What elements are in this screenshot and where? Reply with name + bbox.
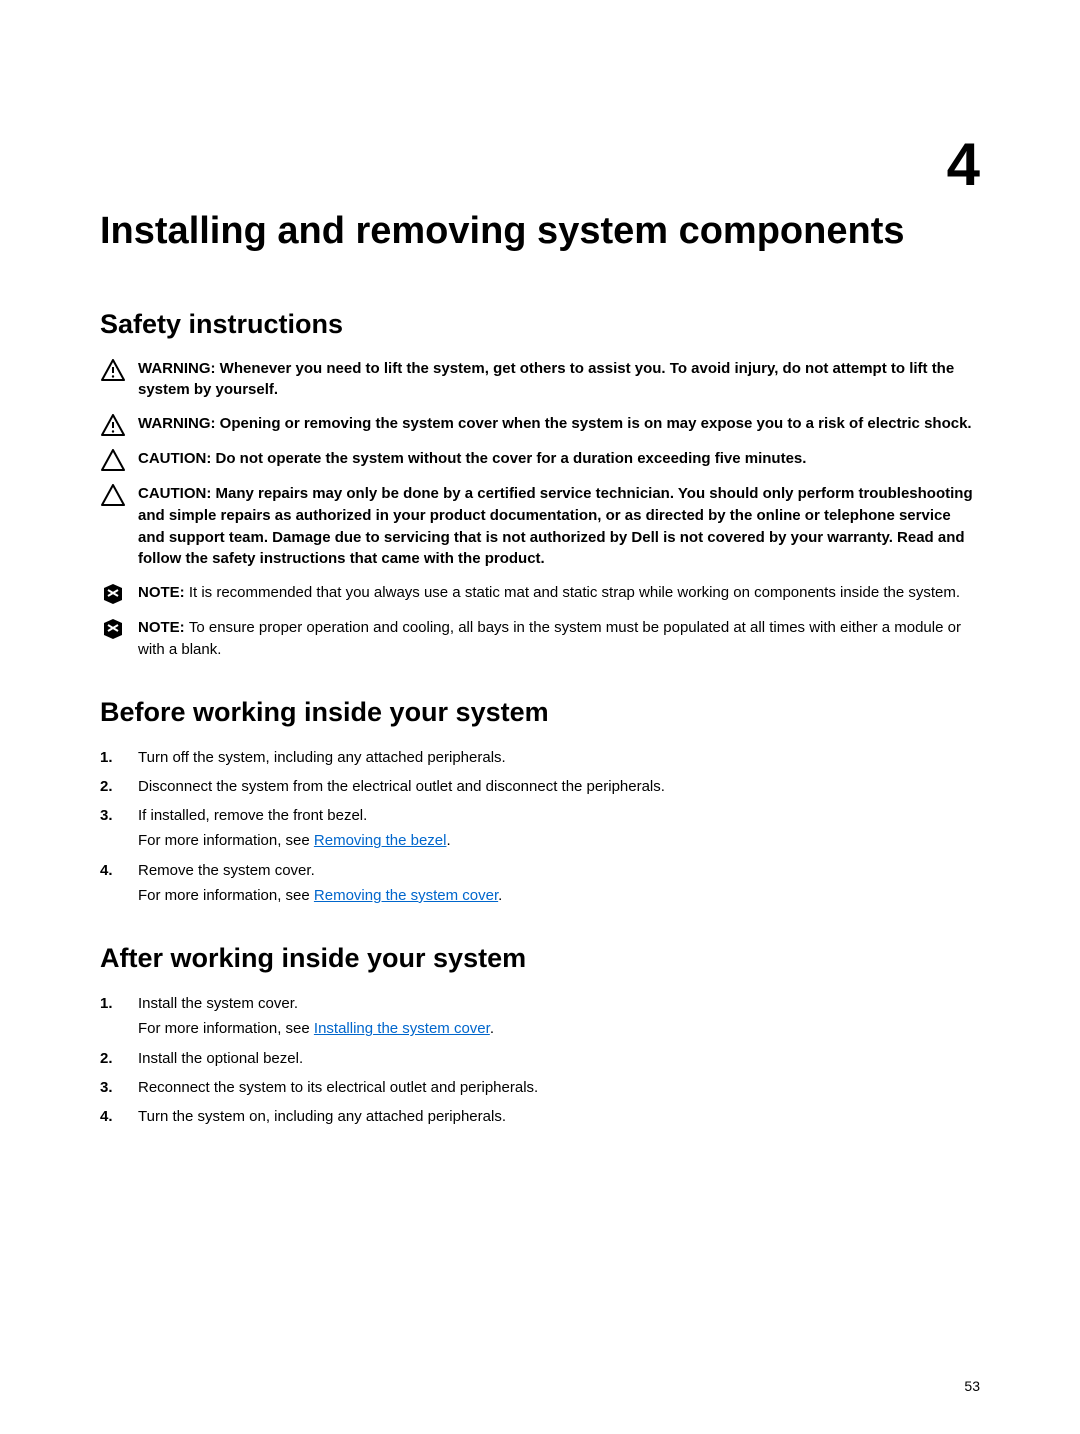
note-icon xyxy=(102,618,124,640)
step-text: Reconnect the system to its electrical o… xyxy=(138,1079,538,1096)
step-subtext-prefix: For more information, see xyxy=(138,1020,314,1037)
page-number: 53 xyxy=(964,1378,980,1394)
step-subtext-suffix: . xyxy=(446,832,450,849)
list-item: Turn off the system, including any attac… xyxy=(100,746,980,769)
warning-block: WARNING: Opening or removing the system … xyxy=(100,413,980,436)
step-text: Install the optional bezel. xyxy=(138,1050,303,1067)
list-item: Install the optional bezel. xyxy=(100,1047,980,1070)
note-text: It is recommended that you always use a … xyxy=(189,584,960,601)
step-subtext-prefix: For more information, see xyxy=(138,887,314,904)
warning-text: Opening or removing the system cover whe… xyxy=(220,415,972,432)
warning-icon xyxy=(101,359,125,381)
after-steps: Install the system cover. For more infor… xyxy=(100,992,980,1128)
step-text: Turn off the system, including any attac… xyxy=(138,749,506,766)
step-text: If installed, remove the front bezel. xyxy=(138,807,367,824)
list-item: Install the system cover. For more infor… xyxy=(100,992,980,1041)
warning-label: WARNING: xyxy=(138,360,220,377)
list-item: Disconnect the system from the electrica… xyxy=(100,775,980,798)
caution-block: CAUTION: Many repairs may only be done b… xyxy=(100,483,980,570)
caution-block: CAUTION: Do not operate the system witho… xyxy=(100,448,980,471)
note-block: NOTE: It is recommended that you always … xyxy=(100,582,980,605)
page-title: Installing and removing system component… xyxy=(100,210,980,254)
step-subtext-prefix: For more information, see xyxy=(138,832,314,849)
step-text: Remove the system cover. xyxy=(138,862,315,879)
safety-heading: Safety instructions xyxy=(100,309,980,340)
chapter-number: 4 xyxy=(947,130,980,199)
before-heading: Before working inside your system xyxy=(100,697,980,728)
list-item: Reconnect the system to its electrical o… xyxy=(100,1076,980,1099)
note-icon xyxy=(102,583,124,605)
step-text: Disconnect the system from the electrica… xyxy=(138,778,665,795)
step-subtext-suffix: . xyxy=(498,887,502,904)
list-item: Remove the system cover. For more inform… xyxy=(100,859,980,908)
note-label: NOTE: xyxy=(138,619,189,636)
list-item: Turn the system on, including any attach… xyxy=(100,1105,980,1128)
note-text: To ensure proper operation and cooling, … xyxy=(138,619,961,658)
warning-icon xyxy=(101,414,125,436)
caution-icon xyxy=(101,449,125,471)
after-heading: After working inside your system xyxy=(100,943,980,974)
caution-icon xyxy=(101,484,125,506)
step-text: Turn the system on, including any attach… xyxy=(138,1108,506,1125)
warning-text: Whenever you need to lift the system, ge… xyxy=(138,360,954,399)
note-block: NOTE: To ensure proper operation and coo… xyxy=(100,617,980,661)
note-label: NOTE: xyxy=(138,584,189,601)
before-steps: Turn off the system, including any attac… xyxy=(100,746,980,908)
warning-block: WARNING: Whenever you need to lift the s… xyxy=(100,358,980,402)
step-text: Install the system cover. xyxy=(138,995,298,1012)
warning-label: WARNING: xyxy=(138,415,220,432)
removing-system-cover-link[interactable]: Removing the system cover xyxy=(314,887,498,904)
caution-text: Do not operate the system without the co… xyxy=(216,450,807,467)
caution-label: CAUTION: xyxy=(138,450,216,467)
caution-label: CAUTION: xyxy=(138,485,216,502)
installing-system-cover-link[interactable]: Installing the system cover xyxy=(314,1020,490,1037)
list-item: If installed, remove the front bezel. Fo… xyxy=(100,804,980,853)
caution-text: Many repairs may only be done by a certi… xyxy=(138,485,973,567)
removing-bezel-link[interactable]: Removing the bezel xyxy=(314,832,447,849)
step-subtext-suffix: . xyxy=(490,1020,494,1037)
